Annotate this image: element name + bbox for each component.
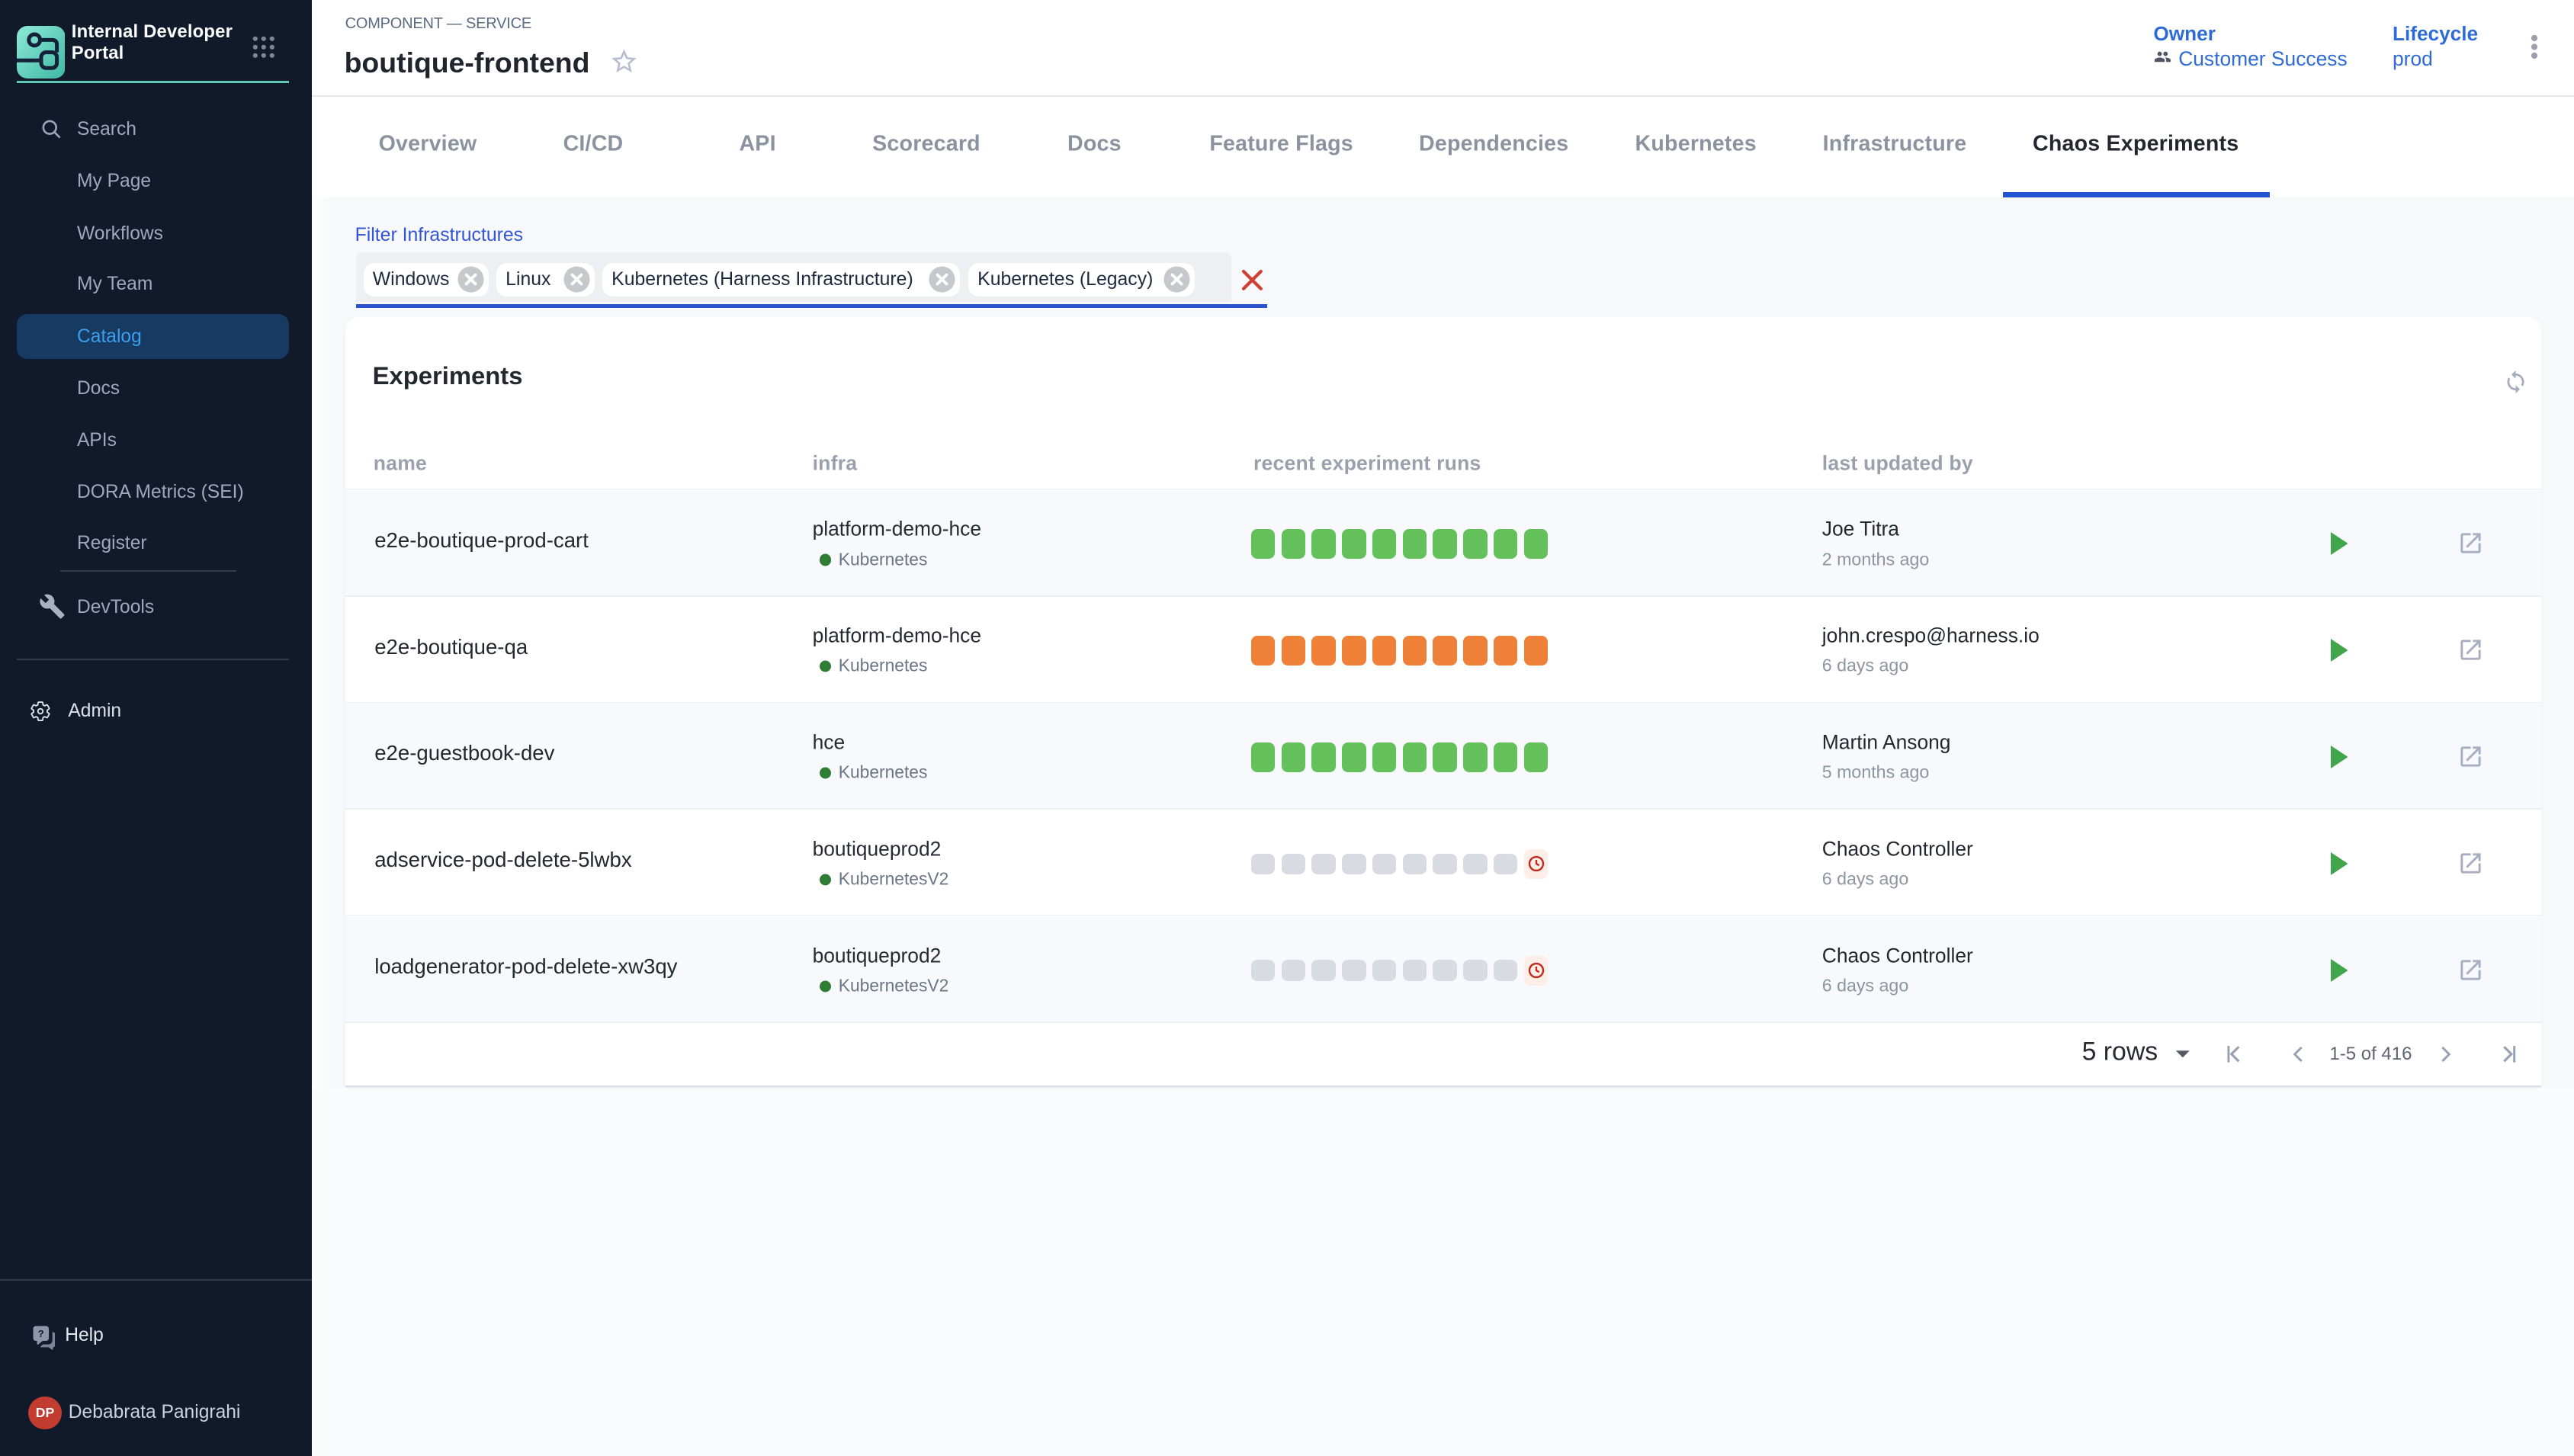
svg-text:?: ? <box>38 1328 44 1339</box>
